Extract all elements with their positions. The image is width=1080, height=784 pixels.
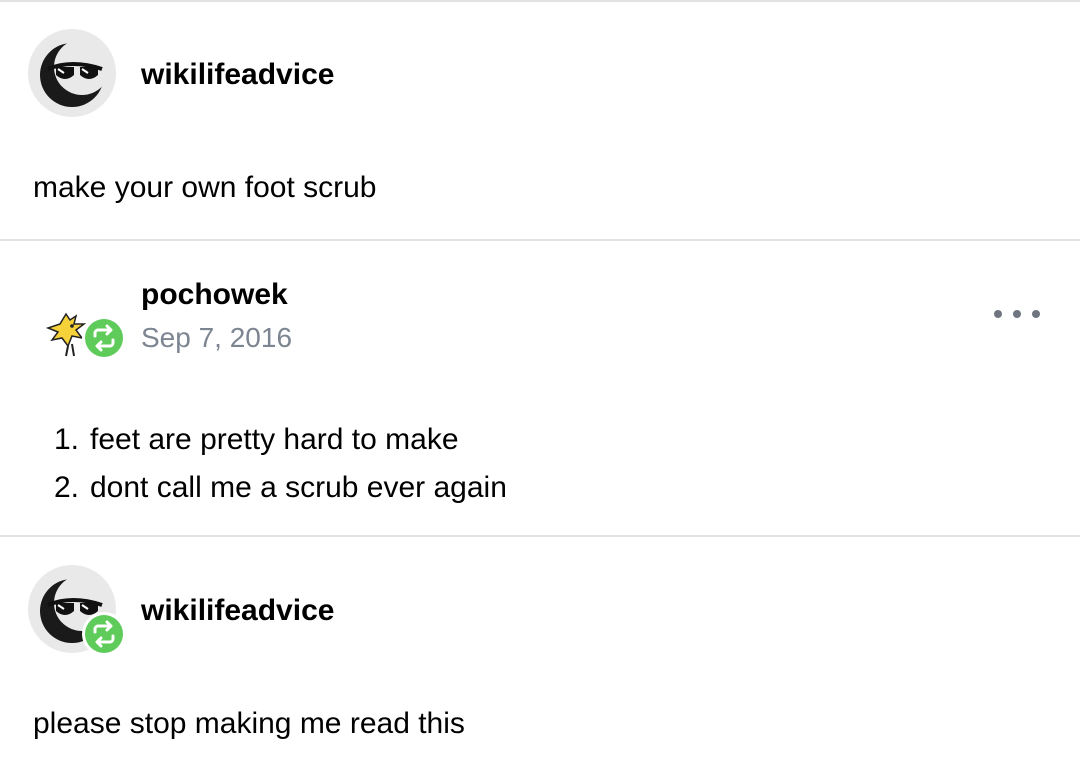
- post-divider: [0, 239, 1080, 241]
- sunglasses-moon-avatar-icon[interactable]: [28, 29, 116, 117]
- list-item-number: 2.: [54, 471, 80, 504]
- post-username[interactable]: pochowek: [141, 277, 288, 313]
- post-divider: [0, 535, 1080, 537]
- post-username[interactable]: wikilifeadvice: [141, 593, 334, 629]
- list-item: 1. feet are pretty hard to make: [54, 416, 507, 464]
- post-body: please stop making me read this: [33, 707, 465, 740]
- post-username[interactable]: wikilifeadvice: [141, 57, 334, 93]
- list-item-text: dont call me a scrub ever again: [90, 471, 507, 504]
- list-item-text: feet are pretty hard to make: [90, 423, 459, 456]
- list-item-number: 1.: [54, 423, 80, 456]
- list-item: 2. dont call me a scrub ever again: [54, 464, 507, 512]
- more-dot: [1032, 310, 1040, 318]
- more-options-icon[interactable]: [994, 304, 1040, 324]
- reblog-icon: [82, 612, 126, 656]
- post-list: 1. feet are pretty hard to make 2. dont ca…: [54, 416, 507, 512]
- more-dot: [994, 310, 1002, 318]
- reblog-icon: [82, 316, 126, 360]
- top-divider: [0, 0, 1080, 2]
- more-dot: [1013, 310, 1021, 318]
- post-date[interactable]: Sep 7, 2016: [141, 321, 292, 355]
- post-body: make your own foot scrub: [33, 171, 377, 204]
